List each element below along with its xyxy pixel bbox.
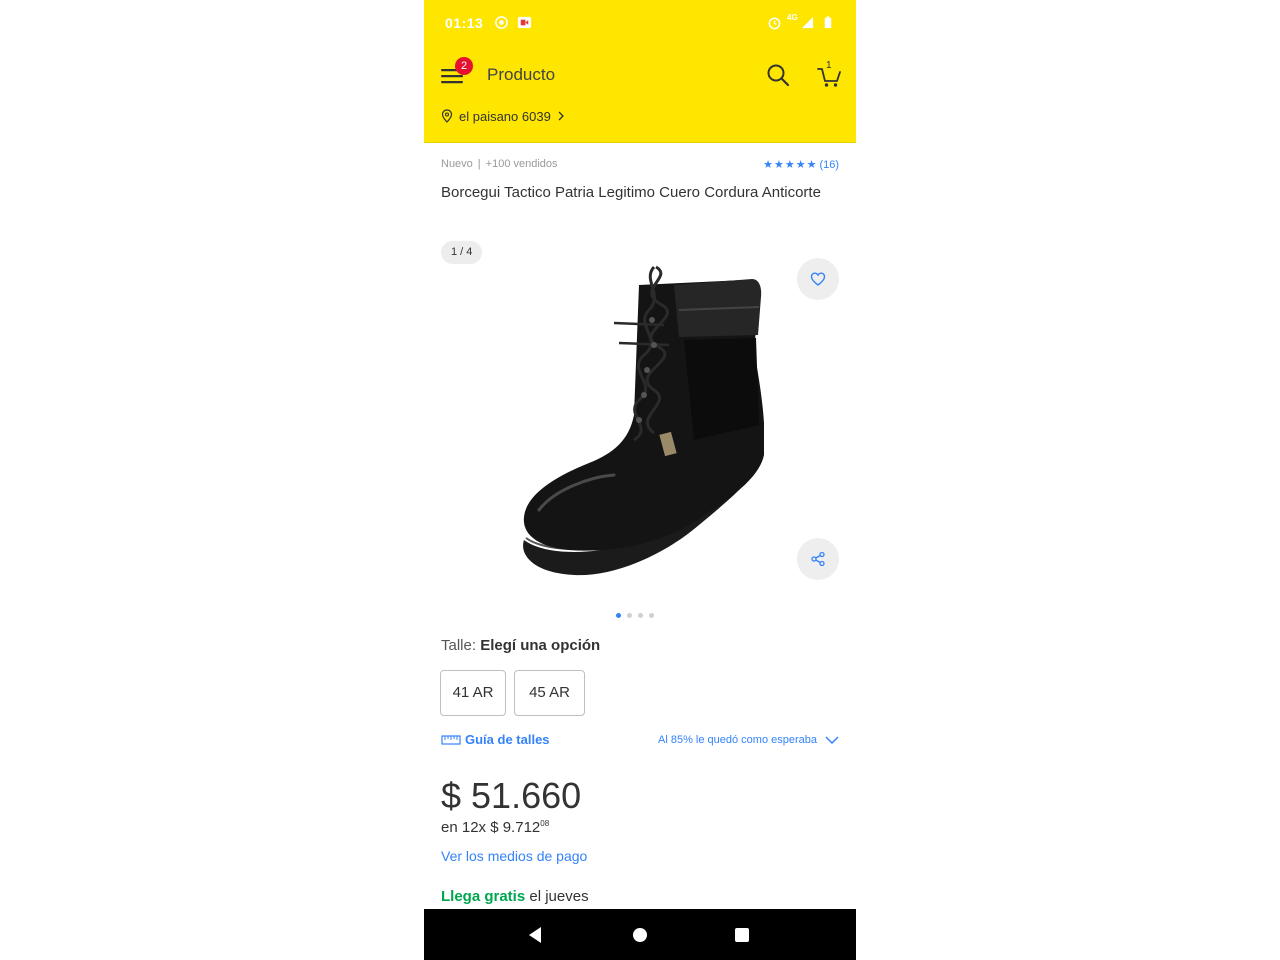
product-content: Nuevo | +100 vendidos ★ ★ ★ ★ ★ (16) Borce…: [424, 143, 856, 909]
phone-screen: 01:13 4G 2 Producto 1 el paisano 6039 Nu…: [424, 0, 856, 960]
chevron-down-icon: [825, 736, 839, 744]
size-guide-text: Guía de talles: [465, 732, 550, 747]
size-label-text: Talle:: [441, 637, 477, 654]
favorite-button[interactable]: [797, 258, 839, 300]
shipping-info: Llega gratis el jueves: [441, 888, 589, 905]
product-sold-count: +100 vendidos: [485, 158, 558, 170]
gallery-dot[interactable]: [627, 613, 632, 618]
gallery-dot[interactable]: [649, 613, 654, 618]
network-type: 4G: [787, 13, 798, 22]
share-icon: [811, 551, 825, 567]
app-header: 2 Producto 1 el paisano 6039: [424, 46, 856, 143]
notification-badge: 2: [455, 57, 473, 75]
location-text: el paisano 6039: [459, 108, 551, 124]
page-title: Producto: [487, 65, 556, 84]
payment-methods-link[interactable]: Ver los medios de pago: [441, 848, 587, 864]
star-icon: ★: [795, 159, 806, 171]
installments-text: en 12x $ 9.712: [441, 819, 541, 836]
installments-cents: 08: [540, 819, 550, 828]
fit-feedback[interactable]: Al 85% le quedó como esperaba: [658, 734, 839, 746]
product-image[interactable]: [514, 255, 764, 585]
size-option-45[interactable]: 45 AR: [514, 670, 585, 716]
recent-apps-icon[interactable]: [735, 928, 749, 942]
alarm-icon: [768, 17, 781, 30]
battery-icon: [824, 16, 832, 29]
record-icon: [495, 16, 508, 29]
gallery-pagination: [616, 613, 654, 618]
back-icon[interactable]: [527, 926, 543, 944]
gallery-dot-active[interactable]: [616, 613, 621, 618]
size-option-41[interactable]: 41 AR: [440, 670, 506, 716]
chevron-right-icon: [558, 111, 564, 121]
signal-icon: [801, 16, 814, 29]
shipping-day: el jueves: [529, 888, 589, 905]
star-icon: ★: [806, 159, 817, 171]
rating-summary[interactable]: ★ ★ ★ ★ ★ (16): [763, 158, 839, 172]
cart-icon: [817, 68, 841, 87]
product-title: Borcegui Tactico Patria Legitimo Cuero C…: [441, 184, 821, 201]
heart-icon: [810, 272, 826, 286]
image-counter: 1 / 4: [441, 241, 483, 264]
size-prompt: Elegí una opción: [480, 637, 601, 654]
free-shipping-label: Llega gratis: [441, 888, 526, 905]
home-icon[interactable]: [633, 928, 647, 942]
product-meta: Nuevo | +100 vendidos: [441, 158, 558, 170]
price: $ 51.660: [441, 775, 582, 816]
size-label: Talle: Elegí una opción: [441, 637, 600, 654]
fit-feedback-text: Al 85% le quedó como esperaba: [658, 734, 817, 746]
system-nav-bar: [424, 909, 856, 960]
gallery-dot[interactable]: [638, 613, 643, 618]
share-button[interactable]: [797, 538, 839, 580]
location-pin-icon: [441, 109, 453, 123]
ruler-icon: [441, 734, 461, 745]
search-icon[interactable]: [766, 63, 790, 87]
rating-count: (16): [819, 158, 839, 171]
star-icon: ★: [773, 159, 784, 171]
product-condition: Nuevo: [441, 158, 473, 170]
location-selector[interactable]: el paisano 6039: [441, 107, 565, 125]
installments: en 12x $ 9.71208: [441, 819, 549, 836]
status-bar: 01:13 4G: [424, 0, 856, 46]
star-icon: ★: [784, 159, 795, 171]
cart-button[interactable]: 1: [817, 60, 841, 89]
status-time: 01:13: [445, 15, 484, 31]
size-guide-link[interactable]: Guía de talles: [441, 732, 550, 747]
video-call-icon: [517, 16, 532, 29]
star-icon: ★: [763, 159, 773, 171]
